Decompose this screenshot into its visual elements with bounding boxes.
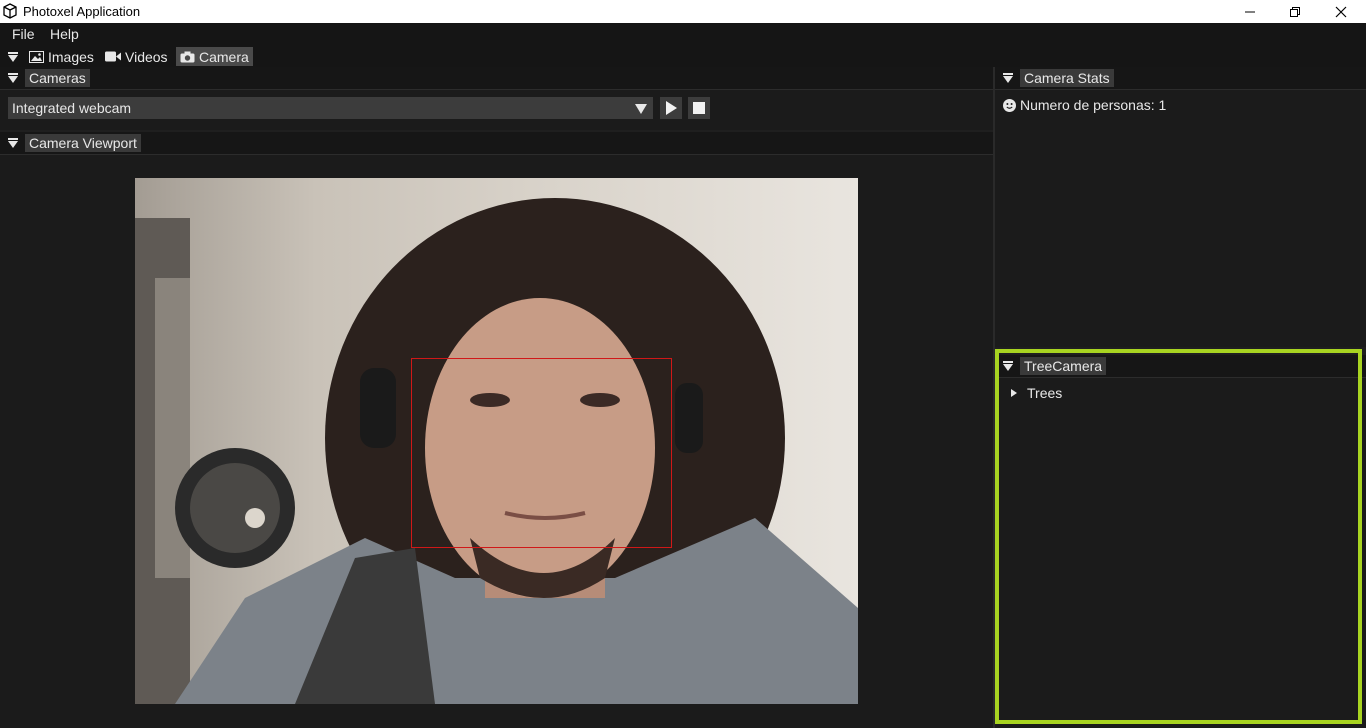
stop-button[interactable] — [688, 97, 710, 119]
people-count-row: Numero de personas: 1 — [1003, 97, 1166, 113]
tab-images-label: Images — [48, 48, 94, 65]
minimize-icon — [1245, 11, 1255, 12]
restore-icon — [1290, 6, 1300, 17]
window-titlebar: Photoxel Application — [0, 0, 1366, 23]
video-camera-icon — [105, 51, 121, 62]
cameras-panel-title: Cameras — [25, 69, 90, 87]
selection-highlight — [995, 349, 1362, 724]
window-title: Photoxel Application — [23, 4, 141, 19]
restore-button[interactable] — [1272, 0, 1318, 23]
camera-select-value: Integrated webcam — [12, 100, 132, 116]
camera-icon — [180, 51, 195, 62]
menu-bar: File Help — [0, 23, 1366, 45]
close-button[interactable] — [1318, 0, 1364, 23]
viewport-panel-title: Camera Viewport — [25, 134, 141, 152]
camera-select[interactable]: Integrated webcam — [8, 97, 653, 119]
tab-camera-label: Camera — [199, 48, 249, 65]
face-detection-box — [411, 358, 672, 548]
viewport-collapse-icon[interactable] — [8, 138, 18, 148]
close-icon — [1335, 6, 1347, 17]
stats-panel-title: Camera Stats — [1020, 69, 1114, 87]
minimize-button[interactable] — [1227, 0, 1273, 23]
stats-panel-header: Camera Stats — [995, 67, 1366, 90]
play-button[interactable] — [660, 97, 682, 119]
tab-camera[interactable]: Camera — [176, 47, 253, 66]
image-icon — [29, 50, 44, 63]
chevron-down-icon — [635, 104, 647, 114]
menu-help[interactable]: Help — [50, 26, 79, 42]
tab-images[interactable]: Images — [25, 47, 98, 66]
app-logo-icon — [3, 3, 17, 19]
viewport-panel-header: Camera Viewport — [0, 132, 993, 155]
tab-videos-label: Videos — [125, 48, 168, 65]
play-icon — [666, 101, 677, 115]
smiley-face-icon — [1003, 98, 1016, 112]
tab-videos[interactable]: Videos — [101, 47, 172, 66]
cameras-collapse-icon[interactable] — [8, 73, 18, 83]
cameras-panel-header: Cameras — [0, 67, 993, 90]
stop-icon — [693, 102, 705, 114]
tab-bar: Images Videos Camera — [0, 45, 1366, 67]
menu-file[interactable]: File — [12, 26, 35, 42]
people-count-label: Numero de personas: 1 — [1020, 97, 1167, 113]
camera-feed — [135, 178, 858, 704]
stats-collapse-icon[interactable] — [1003, 73, 1013, 83]
tab-bar-collapse-icon[interactable] — [8, 52, 18, 62]
